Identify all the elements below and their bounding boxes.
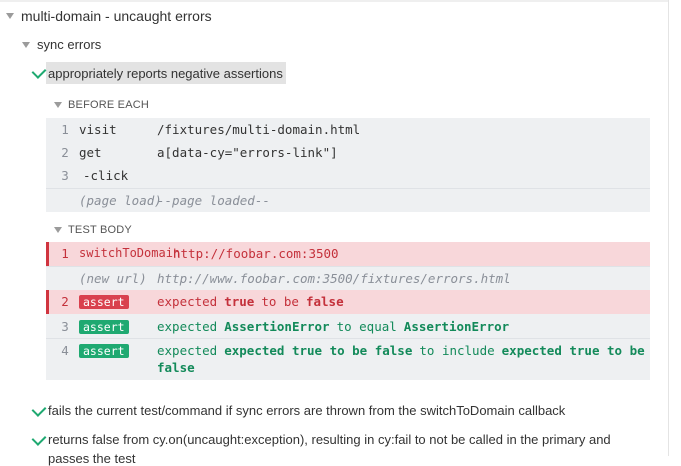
command-number: 2 [61, 145, 69, 160]
page-load-event[interactable]: (page load) --page loaded-- [46, 189, 650, 212]
suite-title: multi-domain - uncaught errors [21, 8, 212, 24]
collapse-caret-icon[interactable] [6, 13, 14, 19]
before-each-label: BEFORE EACH [68, 99, 150, 111]
event-name: (new url) [79, 271, 147, 286]
command-number: 1 [61, 122, 69, 137]
command-row-failed[interactable]: 1 switchToDomain http://foobar.com:3500 [46, 242, 650, 266]
pass-check-icon [31, 402, 47, 417]
test-title: appropriately reports negative assertion… [48, 66, 283, 81]
assert-message: expected AssertionError to equal AssertionE… [157, 319, 510, 334]
command-message: /fixtures/multi-domain.html [157, 122, 361, 137]
command-row[interactable]: 2 get a[data-cy="errors-link"] [46, 141, 650, 164]
test-body-commands: 1 switchToDomain http://foobar.com:3500 … [46, 242, 650, 380]
before-each-commands: 1 visit /fixtures/multi-domain.html 2 ge… [46, 118, 650, 212]
assert-message: expected expected true to be false to incl… [157, 343, 645, 358]
pass-check-icon [31, 431, 47, 446]
assert-message-continued: false [157, 360, 195, 375]
command-number: 3 [61, 168, 69, 183]
command-name: get [79, 145, 102, 160]
right-border [668, 0, 669, 456]
command-number: 3 [61, 319, 69, 334]
command-number: 4 [61, 343, 69, 358]
assert-row-passed[interactable]: 4 assert expected expected true to be fal… [46, 339, 650, 379]
command-name: switchToDomain [79, 246, 181, 260]
command-message: http://foobar.com:3500 [173, 246, 339, 261]
assert-badge: assert [79, 320, 129, 334]
assert-row-passed[interactable]: 3 assert expected AssertionError to equal A… [46, 315, 650, 338]
event-message: --page loaded-- [157, 193, 270, 208]
top-border [0, 0, 668, 2]
collapse-caret-icon[interactable] [54, 227, 62, 233]
command-number: 1 [61, 246, 69, 261]
assert-badge: assert [79, 295, 129, 309]
test-title-continued: passes the test [48, 451, 136, 466]
pass-check-icon [31, 64, 47, 79]
assert-badge: assert [79, 344, 129, 358]
test-title: fails the current test/command if sync e… [48, 403, 566, 418]
new-url-event[interactable]: (new url) http://www.foobar.com:3500/fix… [46, 267, 650, 290]
test-body-label: TEST BODY [68, 224, 132, 236]
command-row[interactable]: 1 visit /fixtures/multi-domain.html [46, 118, 650, 141]
event-message: http://www.foobar.com:3500/fixtures/erro… [157, 271, 511, 286]
assert-row-failed[interactable]: 2 assert expected true to be false [46, 290, 650, 314]
assert-message: expected true to be false [157, 294, 344, 309]
collapse-caret-icon[interactable] [22, 42, 30, 48]
sub-suite-title: sync errors [37, 37, 102, 52]
command-name: visit [79, 122, 117, 137]
command-number: 2 [61, 294, 69, 309]
event-name: (page load) [79, 193, 162, 208]
collapse-caret-icon[interactable] [54, 102, 62, 108]
command-row[interactable]: 3 -click [46, 164, 650, 187]
command-name: -click [83, 168, 129, 183]
test-title: returns false from cy.on(uncaught:except… [48, 432, 611, 447]
command-message: a[data-cy="errors-link"] [157, 145, 338, 160]
